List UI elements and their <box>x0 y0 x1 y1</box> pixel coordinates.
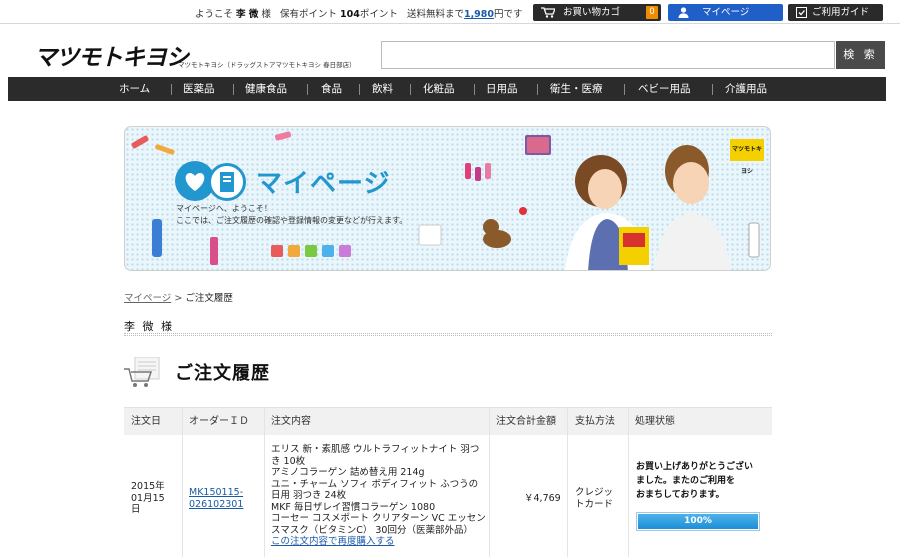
order-date: 2015年 01月15 日 <box>131 481 165 516</box>
points-unit: ポイント <box>359 9 398 20</box>
payment-method: クレジッ トカード <box>575 487 613 510</box>
reorder-link[interactable]: この注文内容で再度購入する <box>271 536 486 548</box>
nav-item-daily-goods[interactable]: 日用品 <box>486 77 518 101</box>
header-order-contents: 注文内容 <box>271 416 311 427</box>
search-input[interactable] <box>381 41 835 69</box>
nav-divider <box>537 84 538 95</box>
welcome-suffix: 様 <box>261 9 271 20</box>
search-button[interactable]: 検 索 <box>836 41 885 69</box>
order-table-header: 注文日 オーダーＩＤ 注文内容 注文合計金額 支払方法 処理状態 <box>124 407 772 435</box>
nav-item-drinks[interactable]: 飲料 <box>372 77 393 101</box>
order-item: エリス 新・素肌感 ウルトラフィットナイト 羽つき 10枚 <box>271 444 480 467</box>
nav-item-health-food[interactable]: 健康食品 <box>245 77 287 101</box>
nav-item-hygiene[interactable]: 衛生・医療 <box>550 77 603 101</box>
nav-divider <box>624 84 625 95</box>
free-shipping-prefix: 送料無料まで <box>406 9 464 20</box>
order-item: アミノコラーゲン 詰め替え用 214g <box>271 467 425 478</box>
order-item: MKF 毎日ザレイ習慣コラーゲン 1080 <box>271 501 436 513</box>
nav-item-cosmetics[interactable]: 化粧品 <box>423 77 455 101</box>
status-line: ました。またのご利用を <box>636 476 736 486</box>
nav-divider <box>307 84 308 95</box>
order-id-line: MK150115- <box>189 487 244 498</box>
customer-name: 李 微 様 <box>124 320 174 333</box>
guide-icon <box>796 7 807 24</box>
status-progress-bar: 100% <box>636 512 760 531</box>
nav-divider <box>359 84 360 95</box>
notebook-icon <box>208 163 246 201</box>
order-date-line: 日 <box>131 504 141 515</box>
banner-line-2: ここでは、ご注文履歴の確認や登録情報の変更などが行えます。 <box>176 216 408 225</box>
payment-line: トカード <box>575 498 614 510</box>
guide-label: ご利用ガイド <box>812 7 870 18</box>
page-title: ご注文履歴 <box>175 363 270 384</box>
welcome-message: ようこそ 李 微 様 保有ポイント 104ポイント 送料無料まで1,980円です <box>195 6 523 20</box>
nav-divider <box>171 84 172 95</box>
banner-description: マイページへ、ようこそ！ ここでは、ご注文履歴の確認や登録情報の変更などが行えま… <box>176 203 407 227</box>
cart-label: お買い物カゴ <box>563 7 621 18</box>
payment-line: クレジッ <box>575 487 614 498</box>
top-bar: ようこそ 李 微 様 保有ポイント 104ポイント 送料無料まで1,980円です… <box>0 0 900 24</box>
user-icon <box>678 7 689 24</box>
mypage-button[interactable]: マイページ <box>668 4 783 21</box>
main-nav: ホーム 医薬品 健康食品 食品 飲料 化粧品 日用品 衛生・医療 ベビー用品 介… <box>8 77 886 101</box>
order-contents: エリス 新・素肌感 ウルトラフィットナイト 羽つき 10枚 アミノコラーゲン 詰… <box>271 444 486 548</box>
breadcrumb: マイページ > ご注文履歴 <box>124 290 233 304</box>
header-order-id: オーダーＩＤ <box>189 416 249 427</box>
column-divider <box>489 407 490 557</box>
order-id-line: 026102301 <box>189 498 244 510</box>
shopping-cart-icon <box>123 356 163 389</box>
header-order-total: 注文合計金額 <box>496 416 556 427</box>
status-message: お買い上げありがとうござい ました。またのご利用を おまちしております。 <box>636 460 766 502</box>
order-id-link[interactable]: MK150115- 026102301 <box>189 487 243 510</box>
nav-item-home[interactable]: ホーム <box>119 77 150 101</box>
cart-icon <box>541 7 556 24</box>
banner-line-1: マイページへ、ようこそ！ <box>176 204 272 213</box>
status-line: お買い上げありがとうござい <box>636 462 754 472</box>
guide-button[interactable]: ご利用ガイド <box>788 4 883 21</box>
nav-item-medicine[interactable]: 医薬品 <box>183 77 215 101</box>
column-divider <box>182 407 183 557</box>
header-status: 処理状態 <box>635 416 675 427</box>
column-divider <box>264 407 265 557</box>
nav-item-food[interactable]: 食品 <box>321 77 342 101</box>
brand-tag: マツモトキヨシ <box>730 139 764 175</box>
welcome-prefix: ようこそ <box>195 9 234 20</box>
order-item: ユニ・チャーム ソフィ ボディフィット ふつうの日用 羽つき 24枚 <box>271 478 479 502</box>
free-shipping-suffix: 円です <box>494 9 523 20</box>
nav-divider <box>712 84 713 95</box>
nav-divider <box>233 84 234 95</box>
breadcrumb-mypage-link[interactable]: マイページ <box>124 293 171 304</box>
site-logo[interactable]: マツモトキヨシ <box>34 38 189 72</box>
order-total: ￥4,769 <box>524 493 561 504</box>
store-name: マツモトキヨシ（ドラッグストアマツモトキヨシ 春日部店） <box>178 61 356 69</box>
points-label: 保有ポイント <box>279 9 337 20</box>
nav-item-care[interactable]: 介護用品 <box>725 77 767 101</box>
order-date-line: 01月15 <box>131 492 165 504</box>
user-name: 李 微 <box>236 9 259 20</box>
nav-divider <box>474 84 475 95</box>
header-payment-method: 支払方法 <box>575 416 615 427</box>
free-shipping-amount: 1,980 <box>463 9 495 20</box>
nav-item-baby[interactable]: ベビー用品 <box>638 77 691 101</box>
column-divider <box>628 407 629 557</box>
column-divider <box>567 407 568 557</box>
breadcrumb-current: ご注文履歴 <box>185 293 233 304</box>
progress-label: 100% <box>684 516 712 526</box>
breadcrumb-separator: > <box>174 293 183 304</box>
order-date-line: 2015年 <box>131 481 165 492</box>
mypage-label: マイページ <box>702 7 750 18</box>
cart-button[interactable]: お買い物カゴ 0 <box>533 4 661 21</box>
header-order-date: 注文日 <box>131 416 161 427</box>
banner-title: マイページ <box>256 169 391 199</box>
cart-count-badge: 0 <box>646 6 658 19</box>
nav-divider <box>410 84 411 95</box>
order-item: コーセー コスメポート クリアターン VC エッセンスマスク（ビタミンC） 30… <box>271 513 486 536</box>
mypage-banner: マツモトキヨシ マイページ マイページへ、ようこそ！ ここでは、ご注文履歴の確認… <box>124 126 771 271</box>
divider <box>124 333 772 336</box>
status-line: おまちしております。 <box>636 490 725 500</box>
points-value: 104 <box>340 9 360 20</box>
